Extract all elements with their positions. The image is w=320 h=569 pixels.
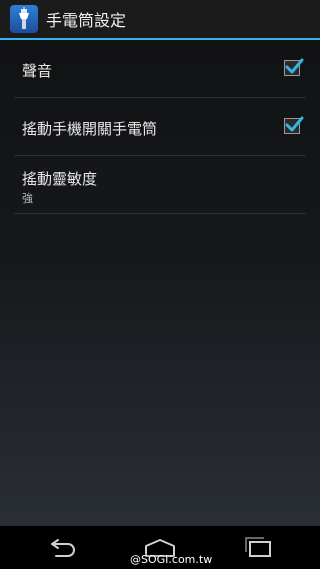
app-title: 手電筒設定 [46, 11, 127, 30]
shake-toggle-checkbox[interactable] [284, 116, 304, 134]
back-icon[interactable] [44, 536, 80, 560]
sound-checkbox[interactable] [284, 58, 304, 76]
watermark: @SOGI.com.tw [130, 553, 213, 566]
screen: 手電筒設定 聲音 搖動手機開關手電筒 搖動靈敏度 強 @SOGI.com.tw [0, 0, 320, 569]
pref-sound[interactable]: 聲音 [14, 40, 306, 98]
pref-shake-toggle[interactable]: 搖動手機開關手電筒 [14, 98, 306, 156]
pref-sound-title: 聲音 [22, 62, 53, 80]
action-bar: 手電筒設定 [0, 0, 320, 40]
checkmark-icon [285, 58, 304, 74]
checkmark-icon [285, 116, 304, 132]
pref-shake-sensitivity-title: 搖動靈敏度 [22, 170, 98, 188]
pref-shake-sensitivity-summary: 強 [22, 192, 33, 205]
flashlight-icon[interactable] [10, 5, 38, 33]
settings-list: 聲音 搖動手機開關手電筒 搖動靈敏度 強 [0, 40, 320, 526]
pref-shake-toggle-title: 搖動手機開關手電筒 [22, 120, 158, 138]
pref-shake-sensitivity[interactable]: 搖動靈敏度 強 [14, 156, 306, 214]
recents-icon[interactable] [240, 536, 276, 560]
